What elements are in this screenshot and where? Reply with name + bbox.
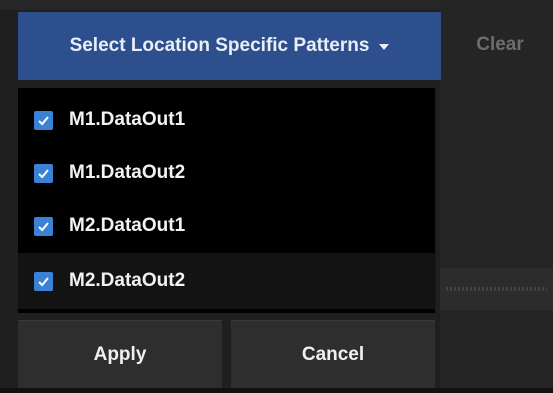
patterns-dropdown-menu: M1.DataOut1 M1.DataOut2 M2.DataOut1 M2.D… — [18, 88, 436, 313]
select-location-patterns-button[interactable]: Select Location Specific Patterns — [18, 12, 441, 80]
option-m2-dataout1[interactable]: M2.DataOut1 — [18, 198, 435, 254]
background-bottom-edge — [0, 388, 553, 393]
option-label: M1.DataOut2 — [69, 162, 186, 183]
option-m1-dataout1[interactable]: M1.DataOut1 — [18, 92, 435, 148]
option-label: M1.DataOut1 — [69, 109, 186, 130]
option-m2-dataout2[interactable]: M2.DataOut2 — [18, 253, 435, 309]
select-location-patterns-label: Select Location Specific Patterns — [69, 35, 370, 56]
checkbox-checked[interactable] — [34, 163, 53, 183]
checkbox-checked[interactable] — [34, 216, 53, 236]
checkmark-icon — [38, 221, 49, 231]
option-label: M2.DataOut2 — [69, 270, 186, 291]
checkmark-icon — [38, 276, 49, 286]
option-label: M2.DataOut1 — [69, 215, 186, 236]
apply-label: Apply — [93, 343, 147, 365]
option-m1-dataout2[interactable]: M1.DataOut2 — [18, 145, 435, 201]
cancel-label: Cancel — [301, 343, 365, 365]
checkmark-icon — [38, 115, 49, 125]
checkmark-icon — [38, 168, 49, 178]
apply-button[interactable]: Apply — [18, 320, 222, 388]
caret-down-icon — [379, 44, 390, 50]
checkbox-checked[interactable] — [34, 271, 53, 291]
cancel-button[interactable]: Cancel — [231, 320, 435, 388]
background-right-strip — [440, 268, 553, 310]
clear-label: Clear — [476, 34, 524, 55]
checkbox-checked[interactable] — [34, 110, 53, 130]
clear-button[interactable]: Clear — [460, 28, 540, 62]
